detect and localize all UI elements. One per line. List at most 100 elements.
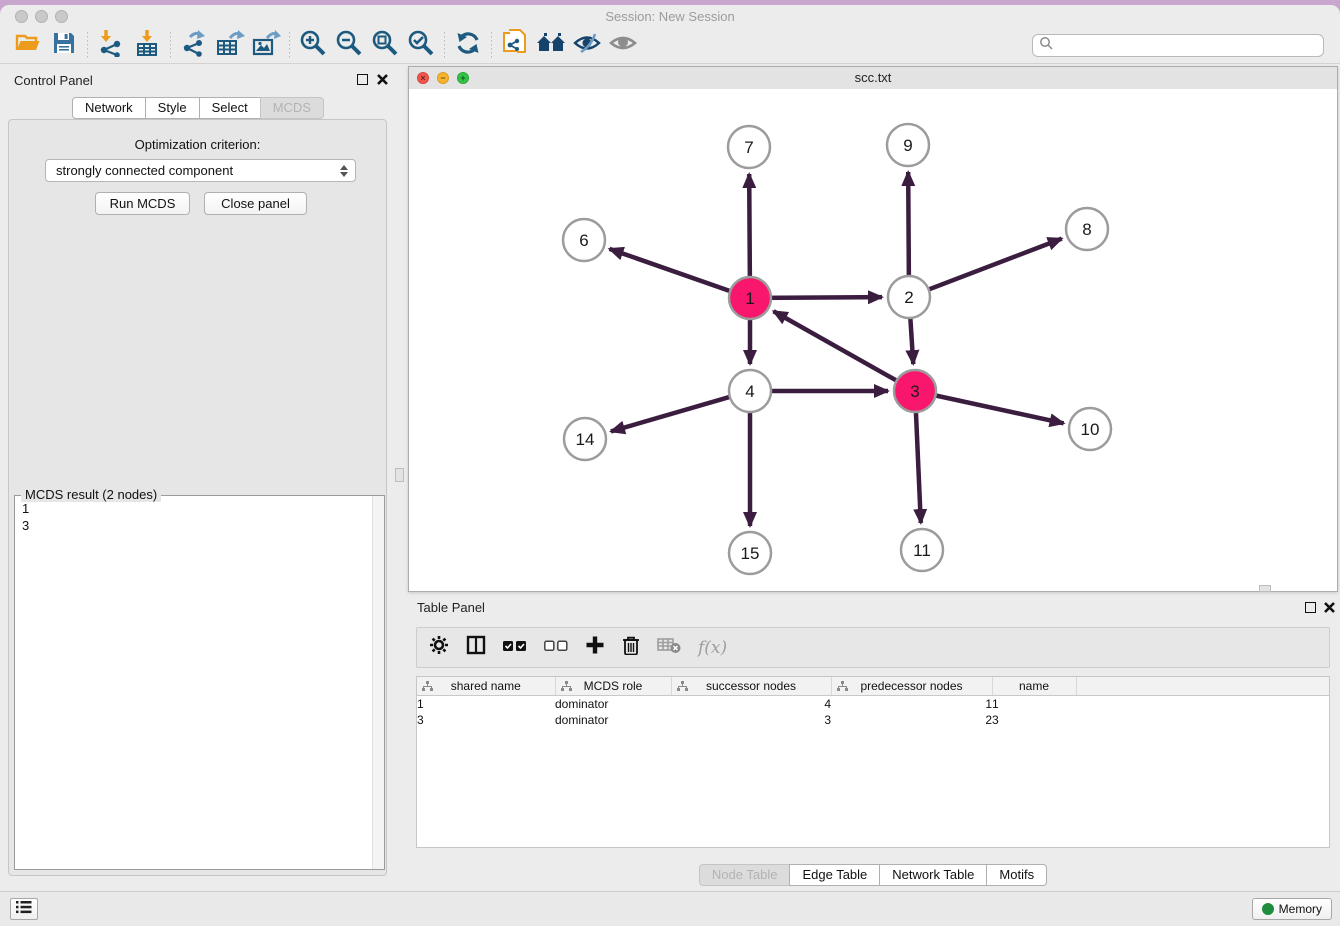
graph-node-8[interactable]: 8 (1066, 208, 1108, 250)
control-panel-float-button[interactable] (357, 74, 368, 85)
tab-edge-table[interactable]: Edge Table (789, 864, 880, 886)
table-row[interactable]: 3 dominator 3 2 3 (417, 712, 1329, 728)
graph-edge-3-11[interactable] (915, 401, 920, 523)
column-header-mcds-role[interactable]: MCDS role (555, 677, 671, 696)
search-box[interactable] (1032, 34, 1324, 57)
network-window-titlebar[interactable]: × − + scc.txt (409, 67, 1337, 90)
graph-edge-3-10[interactable] (925, 393, 1064, 423)
control-panel-close-button[interactable] (376, 73, 389, 86)
zoom-out-button[interactable] (331, 30, 367, 62)
deselect-all-button[interactable] (544, 635, 568, 661)
delete-table-button[interactable] (657, 635, 681, 661)
graph-node-6[interactable]: 6 (563, 219, 605, 261)
graph-node-9[interactable]: 9 (887, 124, 929, 166)
select-all-button[interactable] (503, 635, 527, 661)
cell-name[interactable]: 1 (992, 696, 1076, 713)
export-table-button[interactable] (212, 30, 248, 62)
cell-successor-nodes[interactable]: 3 (671, 712, 831, 728)
svg-text:9: 9 (903, 136, 912, 155)
zoom-in-button[interactable] (295, 30, 331, 62)
graph-edge-1-6[interactable] (609, 249, 740, 295)
cell-mcds-role[interactable]: dominator (555, 712, 671, 728)
search-input[interactable] (1057, 37, 1323, 54)
zoom-fit-button[interactable] (367, 30, 403, 62)
clone-network-icon (501, 28, 529, 63)
export-table-icon (215, 29, 245, 62)
add-row-button[interactable] (585, 635, 605, 661)
zoom-fit-icon (371, 29, 399, 62)
table-row[interactable]: 1 dominator 4 1 1 (417, 696, 1329, 713)
graph-node-14[interactable]: 14 (564, 418, 606, 460)
criterion-select[interactable]: strongly connected component (45, 159, 356, 182)
graph-edge-2-8[interactable] (918, 239, 1061, 294)
close-panel-button[interactable]: Close panel (204, 192, 307, 215)
toolbar-separator (170, 32, 171, 60)
graph-node-15[interactable]: 15 (729, 532, 771, 574)
tab-select[interactable]: Select (199, 97, 261, 119)
table-panel-close-button[interactable] (1323, 601, 1336, 614)
graph-node-11[interactable]: 11 (901, 529, 943, 571)
tab-node-table[interactable]: Node Table (699, 864, 791, 886)
table-panel-float-button[interactable] (1305, 602, 1316, 613)
network-overview-button[interactable] (533, 30, 569, 62)
tab-motifs[interactable]: Motifs (986, 864, 1047, 886)
node-table[interactable]: shared name MCDS role successor nodes pr… (416, 676, 1330, 848)
unchecked-boxes-icon (544, 639, 568, 657)
table-settings-button[interactable] (429, 635, 449, 661)
graph-node-1[interactable]: 1 (729, 277, 771, 319)
table-splitter-handle[interactable] (1259, 585, 1271, 592)
cell-mcds-role[interactable]: dominator (555, 696, 671, 713)
cell-successor-nodes[interactable]: 4 (671, 696, 831, 713)
save-session-button[interactable] (46, 30, 82, 62)
column-header-shared-name[interactable]: shared name (417, 677, 555, 696)
column-header-successor-nodes[interactable]: successor nodes (671, 677, 831, 696)
result-scrollbar[interactable] (372, 496, 384, 869)
tab-style[interactable]: Style (145, 97, 200, 119)
open-folder-icon (14, 29, 42, 62)
memory-button[interactable]: Memory (1252, 898, 1332, 920)
export-image-button[interactable] (248, 30, 284, 62)
svg-text:1: 1 (745, 289, 754, 308)
cell-shared-name[interactable]: 3 (417, 712, 555, 728)
run-mcds-button[interactable]: Run MCDS (95, 192, 190, 215)
graph-edge-1-2[interactable] (760, 297, 882, 298)
graph-edge-3-1[interactable] (774, 311, 907, 386)
open-session-button[interactable] (10, 30, 46, 62)
clone-network-button[interactable] (497, 30, 533, 62)
graph-svg: 7 9 6 8 1 2 4 3 14 10 15 11 (409, 89, 1337, 591)
cell-predecessor-nodes[interactable]: 1 (831, 696, 992, 713)
trash-icon (622, 635, 640, 660)
show-columns-button[interactable] (466, 635, 486, 661)
cell-shared-name[interactable]: 1 (417, 696, 555, 713)
graph-edge-4-14[interactable] (611, 394, 740, 432)
cell-predecessor-nodes[interactable]: 2 (831, 712, 992, 728)
import-table-button[interactable] (129, 30, 165, 62)
export-network-button[interactable] (176, 30, 212, 62)
apply-function-button[interactable]: f(x) (698, 635, 727, 661)
zoom-selected-button[interactable] (403, 30, 439, 62)
cell-name[interactable]: 3 (992, 712, 1076, 728)
export-network-icon (180, 29, 208, 62)
show-hidden-button[interactable] (605, 30, 641, 62)
import-network-button[interactable] (93, 30, 129, 62)
tab-mcds[interactable]: MCDS (260, 97, 324, 119)
graph-node-4[interactable]: 4 (729, 370, 771, 412)
zoom-in-icon (299, 29, 327, 62)
delete-row-button[interactable] (622, 635, 640, 661)
graph-node-3[interactable]: 3 (894, 370, 936, 412)
graph-edge-1-7[interactable] (749, 174, 750, 288)
column-header-name[interactable]: name (992, 677, 1076, 696)
column-header-predecessor-nodes[interactable]: predecessor nodes (831, 677, 992, 696)
task-history-button[interactable] (10, 898, 38, 920)
control-panel-tabs: Network Style Select MCDS (0, 97, 396, 119)
hide-selected-button[interactable] (569, 30, 605, 62)
tab-network[interactable]: Network (72, 97, 146, 119)
network-canvas[interactable]: 7 9 6 8 1 2 4 3 14 10 15 11 (409, 89, 1337, 591)
graph-node-7[interactable]: 7 (728, 126, 770, 168)
tab-network-table[interactable]: Network Table (879, 864, 987, 886)
graph-node-2[interactable]: 2 (888, 276, 930, 318)
graph-node-10[interactable]: 10 (1069, 408, 1111, 450)
apply-layout-button[interactable] (450, 30, 486, 62)
svg-text:2: 2 (904, 288, 913, 307)
graph-edge-2-9[interactable] (908, 172, 909, 287)
